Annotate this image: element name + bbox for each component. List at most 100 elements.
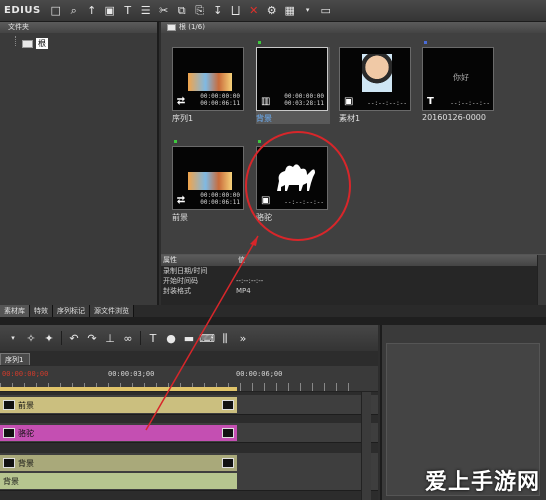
panel-tabs-filler [380,305,546,317]
folder-root-item[interactable]: 根 [22,38,48,49]
property-name: 封装格式 [163,287,191,295]
add-to-timeline-icon[interactable]: ↧ [211,4,225,18]
paste-icon[interactable]: ⎘ [193,4,207,18]
view-mode-icon[interactable]: ▦ [283,4,297,18]
clip-color-marker [424,41,427,44]
bin-title: 根 (1/6) [179,23,205,31]
clip-color-marker [258,140,261,143]
property-row: 录制日期/时间 [161,266,546,276]
main-toolbar: EDIUS □ ⌕ ↑ ▣ T ☰ ✂ ⧉ ⎘ ↧ ⨆ ✕ ⚙ ▦ ▾ ▭ [0,0,546,22]
camera-icon: ▣ [344,96,354,107]
up-folder-icon[interactable]: ↑ [85,4,99,18]
clip-thumbnail [3,428,15,438]
folder-panel: 文件夹 根 [0,22,159,305]
timeline-vertical-scrollbar[interactable] [361,392,371,500]
video-track[interactable]: 前景 [0,395,378,415]
tab-sequence-markers[interactable]: 序列标记 [53,305,90,317]
timeline-clip[interactable]: 骆驼 [0,425,237,441]
keyboard-icon[interactable]: ⌨ [199,331,215,345]
timeline-clip[interactable]: 前景 [0,397,237,413]
menu-icon[interactable]: ☰ [139,4,153,18]
tab-source-browser[interactable]: 源文件浏览 [90,305,134,317]
ruler-timecode: 00:00:06;00 [236,370,283,378]
clip-timecode-out: 00:03:28:11 [284,100,324,107]
ripple-mode-icon[interactable]: ✧ [24,331,38,345]
timeline-clip[interactable]: 背景 [0,455,237,471]
bin-header: 根 (1/6) [161,22,546,33]
clip-thumbnail: --:--:--:-- ▣ [339,47,411,111]
timeline-panel: ▾ ✧ ✦ ↶ ↷ ⊥ ∞ T ● ▬ ⌨ ⫼ » 序列1 00:00:00;0… [0,325,378,500]
property-row: 开始时间码 --:--:--:-- [161,276,546,286]
tab-bin[interactable]: 素材库 [0,305,30,317]
clip-item[interactable]: --:--:--:-- ▣ 素材1 [339,47,413,124]
sync-mode-icon[interactable]: ✦ [42,331,56,345]
folder-icon [22,39,33,48]
open-folder-icon[interactable]: ▣ [103,4,117,18]
video-track[interactable]: 骆驼 [0,423,378,443]
new-folder-icon[interactable]: □ [49,4,63,18]
clip-label: 前景 [18,400,34,410]
property-value: --:--:--:-- [236,277,264,285]
clip-thumbnail: --:--:--:-- ▣ [256,146,328,210]
title-text: 你好 [453,73,469,82]
title-icon[interactable]: T [146,331,160,345]
clip-label: 背景 [256,114,272,123]
folder-root-label: 根 [36,38,48,49]
property-name: 录制日期/时间 [163,267,208,275]
properties-scrollbar[interactable] [537,255,546,306]
insert-icon[interactable]: ⨆ [229,4,243,18]
view-dropdown-icon[interactable]: ▾ [301,4,315,18]
split-icon[interactable]: ⊥ [103,331,117,345]
thumbnail-image [362,54,392,92]
clip-timecode-in: --:--:--:-- [367,100,407,107]
collapse-icon[interactable]: » [236,331,250,345]
clip-item[interactable]: 00:00:00:00 00:00:06:11 ⮂ 前景 [172,140,246,223]
clip-thumbnail: 00:00:00:00 00:00:06:11 ⮂ [172,146,244,210]
property-row: 封装格式 MP4 [161,286,546,296]
clip-item[interactable]: --:--:--:-- ▣ 骆驼 [256,140,330,223]
search-icon[interactable]: ⌕ [67,4,81,18]
delete-icon[interactable]: ✕ [247,4,261,18]
clip-color-marker [258,41,261,44]
in-out-range [0,387,237,391]
clip-item[interactable]: 00:00:00:00 00:00:06:11 ⮂ 序列1 [172,47,246,124]
property-column-header: 属性 [163,256,177,264]
ruler-timecode: 00:00:00;00 [2,370,49,378]
clip-thumbnail [3,458,15,468]
clip-item-selected[interactable]: 00:00:00:00 00:03:28:11 ▥ 背景 [256,41,330,124]
camera-icon: ▣ [261,195,271,206]
clip-thumbnail: 00:00:00:00 00:00:06:11 ⮂ [172,47,244,111]
properties-icon[interactable]: ⚙ [265,4,279,18]
title-icon: T [427,96,434,107]
render-icon[interactable]: ▬ [182,331,196,345]
clip-label: 骆驼 [256,213,272,222]
clip-label: 背景 [18,458,34,468]
ruler-timecode: 00:00:03;00 [108,370,155,378]
copy-icon[interactable]: ⧉ [175,4,189,18]
clip-item[interactable]: 你好 --:--:--:-- T 20160126-0000 [422,41,496,122]
video-track[interactable]: 背景 [0,453,378,473]
mode-dropdown-icon[interactable]: ▾ [6,331,20,345]
folder-panel-title: 文件夹 [0,22,157,33]
mixer-icon[interactable]: ⫼ [218,331,232,345]
link-icon[interactable]: ∞ [121,331,135,345]
tree-connector [15,36,16,46]
sequence-tab[interactable]: 序列1 [0,353,30,365]
folder-icon [167,24,176,31]
value-column-header: 值 [238,256,245,264]
monitor-icon[interactable]: ▭ [319,4,333,18]
clip-timecode-out: 00:00:06:11 [200,199,240,206]
cut-icon[interactable]: ✂ [157,4,171,18]
sequence-icon: ⮂ [177,195,185,206]
timeline-clip[interactable]: 背景 [0,473,237,489]
redo-icon[interactable]: ↷ [85,331,99,345]
property-name: 开始时间码 [163,277,198,285]
video-track[interactable]: 背景 [0,471,378,491]
panel-divider[interactable] [0,317,546,325]
title-icon[interactable]: T [121,4,135,18]
color-bar-icon: ▥ [261,96,271,107]
microphone-icon[interactable]: ● [164,331,178,345]
tab-effects[interactable]: 特效 [30,305,53,317]
timeline-ruler[interactable]: 00:00:00;00 00:00:03;00 00:00:06;00 [0,366,378,392]
undo-icon[interactable]: ↶ [67,331,81,345]
